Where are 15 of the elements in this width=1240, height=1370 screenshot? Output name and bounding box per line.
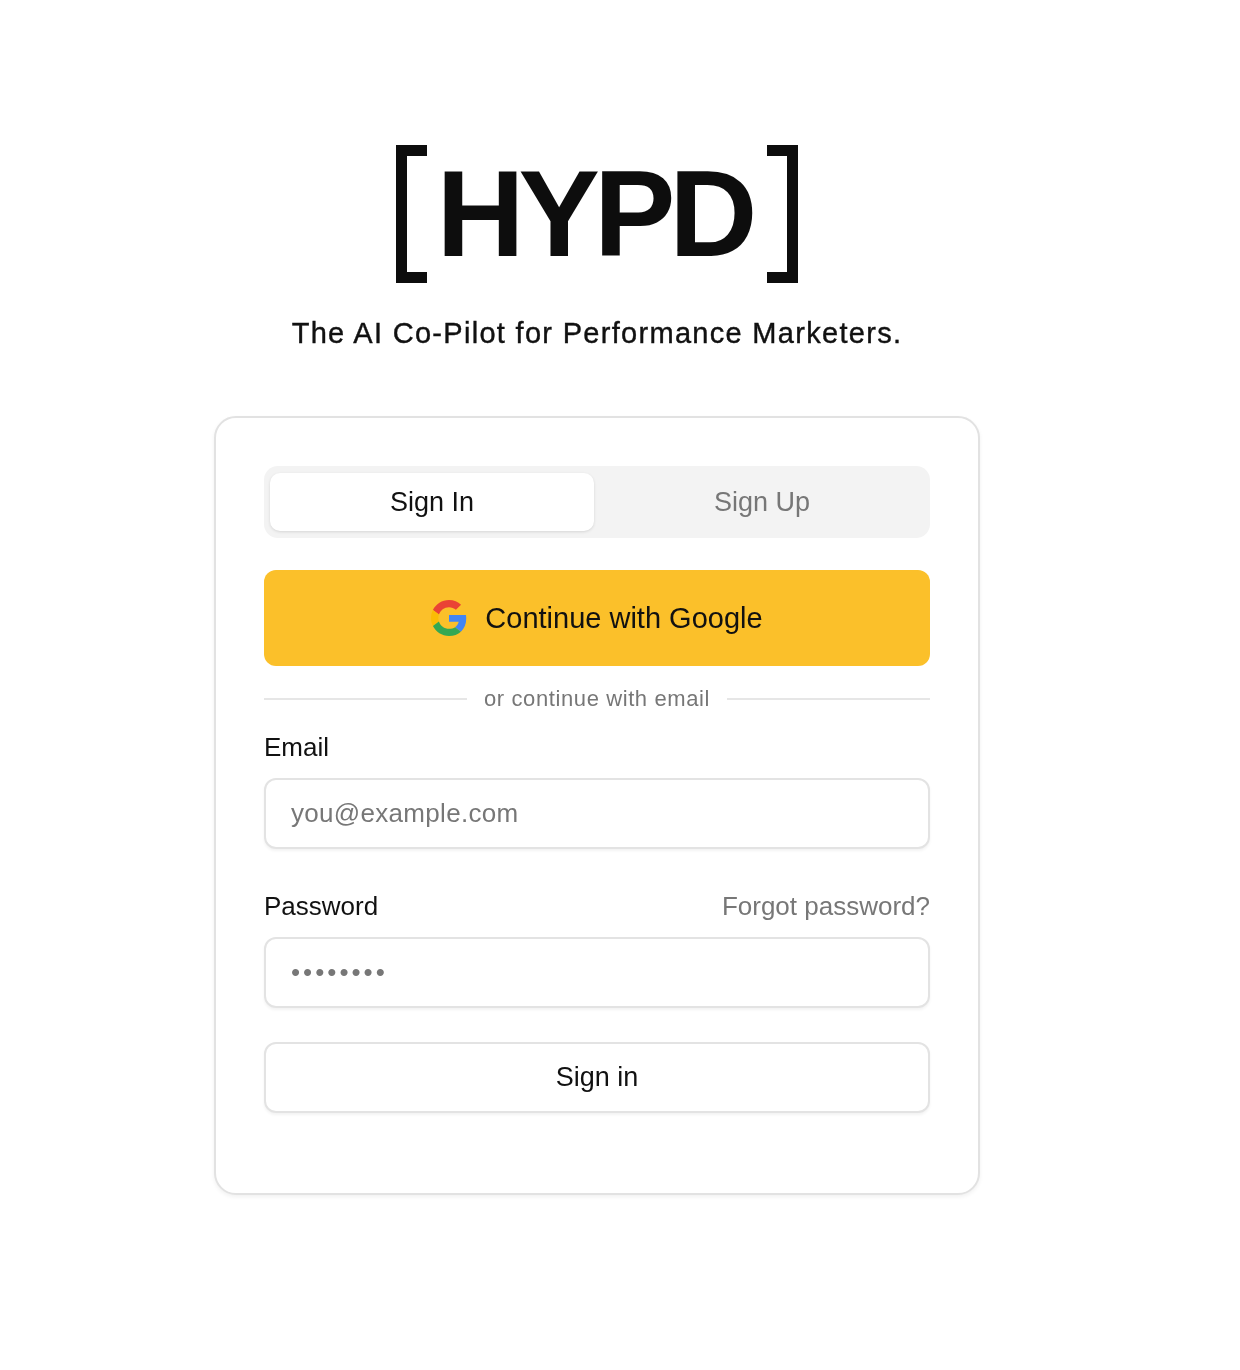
bracket-icon [395,145,427,283]
sign-in-button[interactable]: Sign in [264,1042,930,1113]
divider-text: or continue with email [484,686,710,712]
tab[interactable]: Sign In [270,473,594,531]
bracket-icon [767,145,799,283]
field-label: Email [264,732,329,763]
tab[interactable]: Sign Up [600,473,924,531]
input-field[interactable]: •••••••• [264,937,930,1008]
g-logo-icon [431,600,468,636]
input-field[interactable]: you@example.com [264,778,930,849]
forgot-password-link[interactable]: Forgot password? [721,891,930,922]
tagline: The AI Co-Pilot for Performance Marketers. [291,317,903,350]
field-label: Password [264,891,379,922]
google-sign-in-button[interactable]: Continue with Google [264,570,930,666]
logo-text: HYPD [436,153,753,275]
